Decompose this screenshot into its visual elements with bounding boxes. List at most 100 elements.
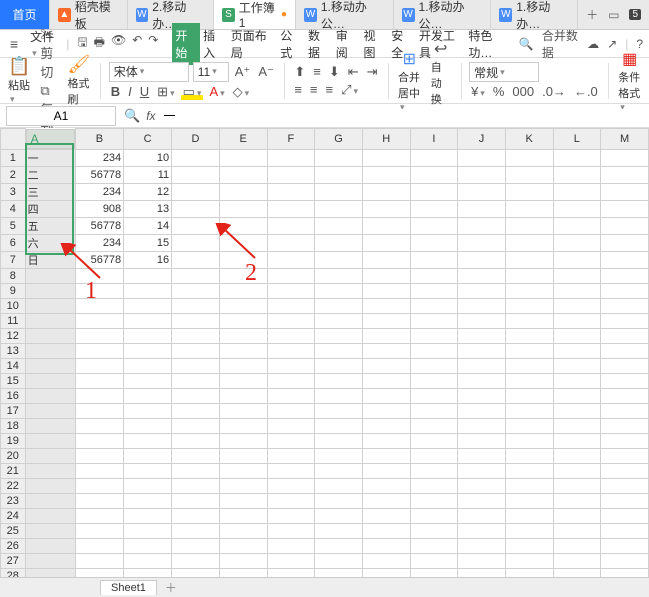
cell[interactable]	[601, 418, 649, 433]
cell[interactable]	[75, 508, 124, 523]
cell[interactable]	[601, 448, 649, 463]
cell[interactable]	[315, 478, 363, 493]
cell[interactable]	[553, 448, 601, 463]
cell[interactable]	[458, 418, 506, 433]
cell[interactable]: 234	[75, 234, 124, 251]
cell[interactable]	[219, 298, 267, 313]
format-brush-button[interactable]: 🖌 格式刷	[65, 54, 92, 107]
cell[interactable]	[553, 313, 601, 328]
cell[interactable]	[267, 251, 315, 268]
dec-dec-icon[interactable]: ←.0	[572, 84, 600, 99]
align-center-icon[interactable]: ≡	[308, 82, 320, 97]
cell[interactable]	[267, 313, 315, 328]
cell[interactable]	[25, 463, 75, 478]
cell[interactable]	[553, 166, 601, 183]
cell[interactable]	[362, 553, 410, 568]
cell[interactable]	[25, 388, 75, 403]
cell[interactable]	[458, 523, 506, 538]
cell[interactable]	[505, 433, 553, 448]
cell[interactable]	[25, 478, 75, 493]
cell[interactable]	[505, 234, 553, 251]
cell[interactable]	[75, 538, 124, 553]
zoom-icon[interactable]: 🔍	[122, 108, 142, 124]
hamburger-icon[interactable]: ≡	[6, 36, 22, 52]
cell[interactable]	[172, 343, 220, 358]
cell[interactable]: 日	[25, 251, 75, 268]
cell[interactable]	[362, 268, 410, 283]
cell[interactable]	[25, 343, 75, 358]
cell[interactable]	[458, 358, 506, 373]
cell[interactable]	[553, 283, 601, 298]
cell[interactable]	[362, 463, 410, 478]
cell[interactable]	[124, 283, 172, 298]
cell[interactable]	[124, 538, 172, 553]
cell[interactable]: 908	[75, 200, 124, 217]
indent-inc-icon[interactable]: ⇥	[365, 64, 380, 80]
numberformat-select[interactable]: 常规	[469, 62, 539, 82]
cell[interactable]	[315, 268, 363, 283]
cell[interactable]	[505, 298, 553, 313]
cell[interactable]	[505, 200, 553, 217]
cell[interactable]	[362, 388, 410, 403]
cell[interactable]	[458, 508, 506, 523]
border-button[interactable]: ⊞	[155, 84, 176, 100]
col-header-I[interactable]: I	[410, 129, 458, 150]
cell[interactable]	[601, 343, 649, 358]
cell[interactable]	[601, 328, 649, 343]
cell[interactable]	[25, 328, 75, 343]
cell[interactable]	[505, 478, 553, 493]
preview-icon[interactable]: 👁	[111, 33, 126, 54]
cell[interactable]: 四	[25, 200, 75, 217]
menu-data[interactable]: 数据	[305, 23, 333, 65]
cell[interactable]	[124, 313, 172, 328]
align-left-icon[interactable]: ≡	[292, 82, 304, 97]
cell[interactable]	[362, 251, 410, 268]
cell[interactable]: 56778	[75, 251, 124, 268]
cell[interactable]	[75, 433, 124, 448]
cell[interactable]	[219, 373, 267, 388]
cell[interactable]	[219, 149, 267, 166]
cell[interactable]	[601, 538, 649, 553]
cell[interactable]	[362, 508, 410, 523]
cell[interactable]	[267, 234, 315, 251]
cell[interactable]	[315, 343, 363, 358]
notification-badge[interactable]: 5	[629, 9, 641, 20]
cell[interactable]	[267, 298, 315, 313]
cell[interactable]	[410, 251, 458, 268]
cell[interactable]	[172, 234, 220, 251]
cell[interactable]	[601, 403, 649, 418]
cell[interactable]	[553, 553, 601, 568]
menu-view[interactable]: 视图	[360, 23, 388, 65]
row-header[interactable]: 18	[1, 418, 26, 433]
cell[interactable]: 三	[25, 183, 75, 200]
cell[interactable]	[553, 200, 601, 217]
cell[interactable]	[25, 448, 75, 463]
cell[interactable]	[315, 298, 363, 313]
cell[interactable]	[458, 217, 506, 234]
cell[interactable]	[505, 217, 553, 234]
cell[interactable]	[458, 149, 506, 166]
cell[interactable]	[172, 200, 220, 217]
col-header-E[interactable]: E	[219, 129, 267, 150]
cell[interactable]	[124, 268, 172, 283]
cell[interactable]	[410, 418, 458, 433]
cell[interactable]	[172, 478, 220, 493]
cell[interactable]	[410, 553, 458, 568]
cell[interactable]	[315, 166, 363, 183]
cell[interactable]	[553, 183, 601, 200]
cell[interactable]	[315, 403, 363, 418]
row-header[interactable]: 6	[1, 234, 26, 251]
cell[interactable]	[172, 388, 220, 403]
cell[interactable]	[410, 508, 458, 523]
cell[interactable]	[601, 388, 649, 403]
cell[interactable]	[362, 433, 410, 448]
fontcolor-button[interactable]: A	[207, 84, 226, 99]
cell[interactable]	[25, 313, 75, 328]
cell[interactable]	[410, 493, 458, 508]
cell[interactable]	[362, 343, 410, 358]
cell[interactable]	[458, 234, 506, 251]
cell[interactable]	[124, 478, 172, 493]
cell[interactable]	[362, 493, 410, 508]
cell[interactable]: 一	[25, 149, 75, 166]
cell[interactable]	[25, 358, 75, 373]
